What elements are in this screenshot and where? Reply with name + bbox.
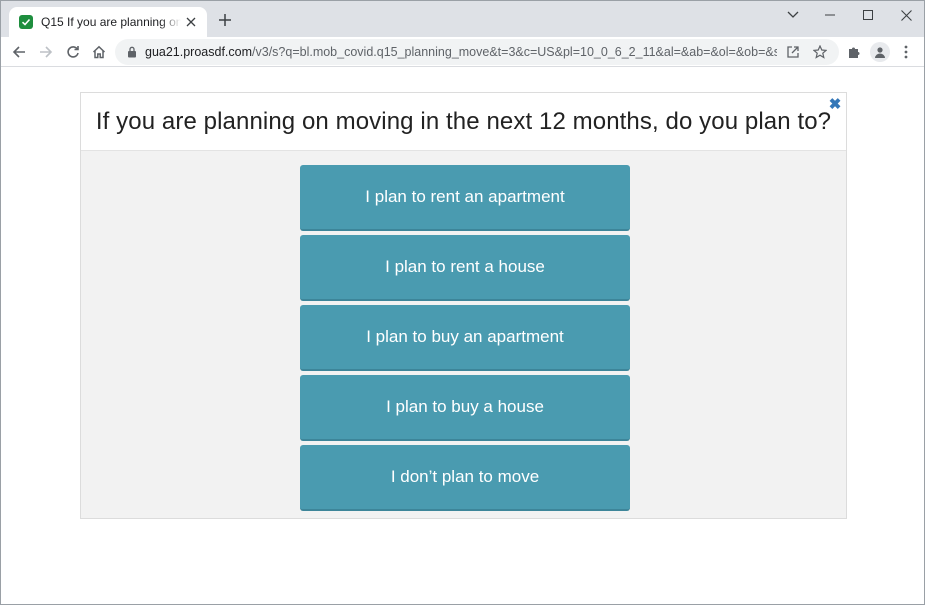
favicon-check-icon (19, 15, 33, 29)
puzzle-icon[interactable] (845, 43, 863, 61)
answer-options: I plan to rent an apartment I plan to re… (300, 165, 630, 515)
url-text: gua21.proasdf.com/v3/s?q=bl.mob_covid.q1… (145, 45, 777, 59)
maximize-icon[interactable] (853, 5, 883, 25)
close-window-icon[interactable] (891, 5, 921, 25)
tab-strip: Q15 If you are planning on moving in the… (1, 1, 924, 37)
minimize-icon[interactable] (815, 5, 845, 25)
tab-title: Q15 If you are planning on moving in the… (41, 15, 181, 29)
back-arrow-icon[interactable] (8, 41, 30, 63)
close-icon[interactable] (183, 14, 199, 30)
profile-icon[interactable] (870, 42, 890, 62)
option-buy-apartment-button[interactable]: I plan to buy an apartment (300, 305, 630, 371)
option-rent-apartment-button[interactable]: I plan to rent an apartment (300, 165, 630, 231)
chevron-down-icon[interactable] (778, 5, 808, 25)
active-tab[interactable]: Q15 If you are planning on moving in the… (9, 7, 207, 37)
option-no-move-button[interactable]: I don’t plan to move (300, 445, 630, 511)
share-icon[interactable] (785, 44, 801, 60)
star-icon[interactable] (812, 44, 828, 60)
forward-arrow-icon[interactable] (35, 41, 57, 63)
kebab-menu-icon[interactable] (899, 43, 913, 61)
url-host: gua21.proasdf.com (145, 45, 253, 59)
home-icon[interactable] (88, 41, 110, 63)
lock-icon[interactable] (127, 46, 137, 58)
address-bar[interactable]: gua21.proasdf.com/v3/s?q=bl.mob_covid.q1… (115, 39, 839, 65)
option-buy-house-button[interactable]: I plan to buy a house (300, 375, 630, 441)
question-text: If you are planning on moving in the nex… (95, 107, 832, 135)
url-path: /v3/s?q=bl.mob_covid.q15_planning_move&t… (252, 45, 777, 59)
close-icon[interactable]: ✖ (828, 96, 842, 113)
survey-card: If you are planning on moving in the nex… (80, 92, 847, 519)
plus-icon[interactable] (215, 10, 235, 30)
reload-icon[interactable] (62, 41, 84, 63)
option-rent-house-button[interactable]: I plan to rent a house (300, 235, 630, 301)
browser-toolbar: gua21.proasdf.com/v3/s?q=bl.mob_covid.q1… (1, 37, 924, 67)
question-header: If you are planning on moving in the nex… (81, 93, 846, 151)
browser-window: Q15 If you are planning on moving in the… (0, 0, 925, 605)
